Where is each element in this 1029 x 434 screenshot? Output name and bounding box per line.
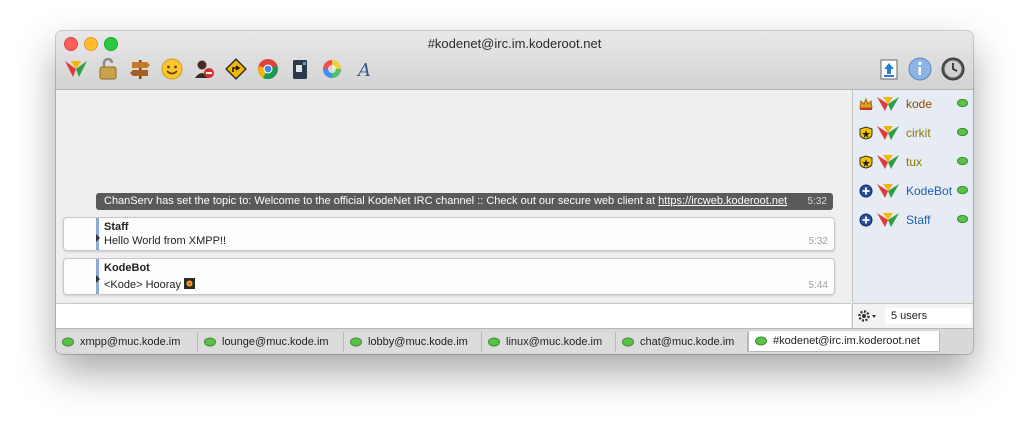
tab-lobby[interactable]: lobby@muc.kode.im (344, 332, 482, 352)
star-shield-icon (859, 155, 873, 169)
topic-notice: ChanServ has set the topic to: Welcome t… (96, 193, 833, 210)
lock-icon[interactable] (96, 57, 120, 81)
status-bubble-icon (755, 336, 767, 346)
signpost-icon[interactable] (128, 57, 152, 81)
message-nick: KodeBot (104, 262, 150, 274)
tab-label: chat@muc.kode.im (640, 336, 735, 348)
message-time: 5:32 (808, 236, 828, 247)
user-count: 5 users (885, 308, 971, 324)
user-ban-icon[interactable] (192, 57, 216, 81)
kode-logo-icon (877, 184, 899, 198)
kode-logo-icon (877, 155, 899, 169)
caret-right-icon (96, 275, 100, 283)
status-bubble-icon (622, 337, 634, 347)
status-bubble-icon (957, 186, 968, 195)
user-row[interactable]: Staff (853, 210, 973, 230)
user-name: Staff (906, 213, 931, 227)
user-row[interactable]: kode (853, 94, 973, 114)
direction-sign-icon[interactable] (224, 57, 248, 81)
tab-label: #kodenet@irc.im.koderoot.net (773, 335, 920, 347)
topic-time: 5:32 (807, 196, 827, 207)
chrome-icon[interactable] (256, 57, 280, 81)
tab-label: lounge@muc.kode.im (222, 336, 329, 348)
clock-icon[interactable] (941, 57, 965, 81)
message-bubble: Staff Hello World from XMPP!! 5:32 (63, 217, 835, 251)
message-nick: Staff (104, 221, 129, 233)
gear-icon[interactable] (857, 308, 879, 324)
tab-chat[interactable]: chat@muc.kode.im (616, 332, 748, 352)
tab-linux[interactable]: linux@muc.kode.im (482, 332, 616, 352)
kode-logo-icon[interactable] (64, 57, 88, 81)
font-icon[interactable]: A (352, 57, 376, 81)
phone-book-icon[interactable] (288, 57, 312, 81)
star-shield-icon (859, 126, 873, 140)
topic-text: ChanServ has set the topic to: Welcome t… (104, 195, 659, 207)
smiley-icon[interactable] (160, 57, 184, 81)
tab-label: lobby@muc.kode.im (368, 336, 468, 348)
user-name: KodeBot (906, 184, 953, 198)
tab-label: xmpp@muc.kode.im (80, 336, 181, 348)
kode-logo-icon (877, 126, 899, 140)
kode-logo-icon (877, 97, 899, 111)
user-name: tux (906, 155, 923, 169)
status-bubble-icon (957, 215, 968, 224)
user-list-footer: 5 users (852, 303, 973, 328)
user-row[interactable]: cirkit (853, 123, 973, 143)
tab-lounge[interactable]: lounge@muc.kode.im (198, 332, 344, 352)
voice-plus-icon (859, 184, 873, 198)
tab-xmpp[interactable]: xmpp@muc.kode.im (56, 332, 198, 352)
svg-text:A: A (356, 60, 371, 80)
chat-log[interactable]: ChanServ has set the topic to: Welcome t… (56, 90, 851, 302)
user-name: cirkit (906, 126, 931, 140)
info-icon[interactable] (908, 57, 932, 81)
chat-window: #kodenet@irc.im.koderoot.net A ChanServ … (56, 31, 973, 354)
status-bubble-icon (204, 337, 216, 347)
user-name: kode (906, 97, 933, 111)
message-bubble: KodeBot <Kode> Hooray 5:44 (63, 258, 835, 295)
user-list: kode cirkit tux KodeBot Staff (852, 90, 973, 302)
window-title: #kodenet@irc.im.koderoot.net (427, 36, 602, 51)
caret-right-icon (96, 234, 100, 242)
color-wheel-icon[interactable] (320, 57, 344, 81)
status-bubble-icon (62, 337, 74, 347)
crown-icon (859, 97, 873, 110)
topic-link[interactable]: https://ircweb.koderoot.net (658, 195, 787, 207)
tab-kodenet[interactable]: #kodenet@irc.im.koderoot.net (748, 331, 940, 352)
message-input[interactable] (56, 303, 851, 328)
status-bubble-icon (957, 157, 968, 166)
user-row[interactable]: tux (853, 152, 973, 172)
message-text: <Kode> Hooray (104, 278, 196, 291)
tab-bar: xmpp@muc.kode.im lounge@muc.kode.im lobb… (56, 328, 973, 354)
status-bubble-icon (350, 337, 362, 347)
kode-logo-icon (877, 213, 899, 227)
status-bubble-icon (957, 99, 968, 108)
status-bubble-icon (957, 128, 968, 137)
user-row[interactable]: KodeBot (853, 181, 973, 201)
upload-icon[interactable] (877, 57, 901, 81)
message-time: 5:44 (808, 280, 828, 291)
voice-plus-icon (859, 213, 873, 227)
message-text: Hello World from XMPP!! (104, 235, 227, 247)
titlebar: #kodenet@irc.im.koderoot.net A (56, 31, 973, 90)
tab-label: linux@muc.kode.im (506, 336, 603, 348)
firework-emoji-icon (184, 278, 196, 289)
status-bubble-icon (488, 337, 500, 347)
